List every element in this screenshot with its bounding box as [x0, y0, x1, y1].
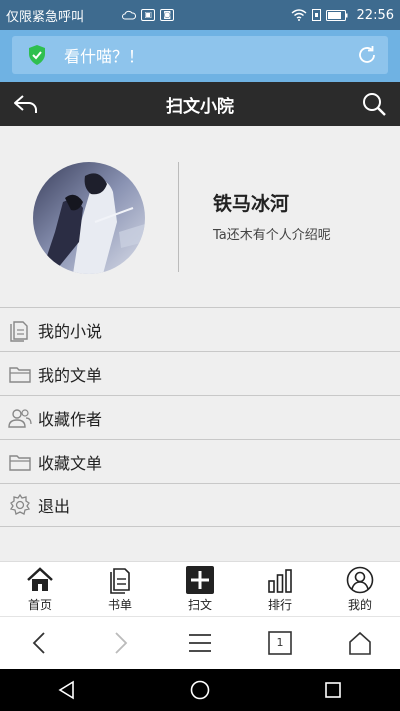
system-nav-bar [0, 669, 400, 711]
browser-search-text: 看什喵？！ [64, 47, 145, 66]
search-icon[interactable] [360, 90, 388, 118]
nav-label: 我的 [347, 598, 372, 612]
app-notification-icon-2: ◙ [160, 9, 175, 21]
nav-booklist[interactable]: 书单 [80, 562, 160, 616]
avatar-image [33, 162, 145, 274]
menu-item-label: 我的小说 [38, 321, 103, 341]
tab-count: 1 [276, 636, 284, 649]
home-icon [27, 567, 53, 591]
battery-icon [325, 9, 348, 21]
home-outline-icon [349, 631, 371, 655]
app-header: 扫文小院 [0, 82, 400, 126]
browser-home-button[interactable] [340, 623, 380, 663]
people-icon [8, 408, 32, 428]
menu-item-my-lists[interactable]: 我的文单 [0, 351, 400, 395]
username: 铁马冰河 [213, 193, 290, 215]
carrier-text: 仅限紧急呼叫 [6, 9, 85, 25]
wifi-icon [291, 9, 306, 21]
refresh-icon[interactable] [356, 44, 378, 66]
bottom-nav: 首页 书单 扫文 排行 我的 [0, 561, 400, 616]
browser-menu-button[interactable] [180, 623, 220, 663]
nav-mine[interactable]: 我的 [320, 562, 400, 616]
browser-toolbar: 1 [0, 616, 400, 669]
browser-tabs-button[interactable]: 1 [260, 623, 300, 663]
browser-forward-button[interactable] [100, 623, 140, 663]
chevron-right-icon [115, 632, 128, 654]
chevron-left-icon [32, 632, 45, 654]
gear-icon [9, 493, 31, 515]
nav-label: 首页 [27, 598, 52, 612]
nav-scan[interactable]: 扫文 [160, 562, 240, 616]
profile-menu: 我的小说 我的文单 收藏作者 收藏文单 退出 [0, 307, 400, 527]
nav-label: 扫文 [187, 598, 212, 612]
document-icon [10, 320, 28, 342]
browser-back-button[interactable] [20, 623, 60, 663]
nav-label: 排行 [267, 598, 292, 612]
cloud-icon [122, 10, 137, 20]
menu-item-favorite-authors[interactable]: 收藏作者 [0, 395, 400, 439]
menu-icon [189, 634, 211, 652]
menu-item-logout[interactable]: 退出 [0, 483, 400, 527]
back-arrow-icon[interactable] [12, 90, 40, 118]
page-title: 扫文小院 [166, 96, 234, 117]
booklist-icon [110, 568, 130, 594]
app-notification-icon: ▣ [141, 9, 156, 21]
profile-divider [178, 162, 179, 272]
nav-home[interactable]: 首页 [0, 562, 80, 616]
menu-item-favorite-lists[interactable]: 收藏文单 [0, 439, 400, 483]
system-recents-icon[interactable] [322, 679, 344, 701]
shield-check-icon [29, 45, 45, 65]
folder-icon [9, 366, 31, 383]
status-bar: 仅限紧急呼叫 ▣ ◙ 22:56 [0, 0, 400, 30]
menu-item-label: 退出 [38, 497, 71, 516]
browser-bar: 看什喵？！ [0, 30, 400, 82]
system-home-icon[interactable] [189, 679, 211, 701]
menu-item-label: 我的文单 [38, 365, 103, 385]
nav-ranking[interactable]: 排行 [240, 562, 320, 616]
menu-item-label: 收藏文单 [38, 453, 103, 473]
sim-icon [311, 9, 321, 21]
nav-label: 书单 [107, 598, 132, 612]
folder-icon [9, 454, 31, 471]
profile-section: 铁马冰河 Ta还木有个人介绍呢 [0, 126, 400, 308]
browser-search-box[interactable]: 看什喵？！ [12, 36, 388, 74]
system-back-icon[interactable] [56, 679, 78, 701]
clock: 22:56 [356, 7, 394, 23]
menu-item-my-novels[interactable]: 我的小说 [0, 307, 400, 351]
user-intro: Ta还木有个人介绍呢 [213, 228, 331, 243]
plus-icon [186, 566, 214, 594]
bar-chart-icon [268, 569, 292, 593]
user-icon [346, 566, 374, 594]
menu-item-label: 收藏作者 [38, 409, 103, 429]
avatar[interactable] [33, 162, 145, 274]
